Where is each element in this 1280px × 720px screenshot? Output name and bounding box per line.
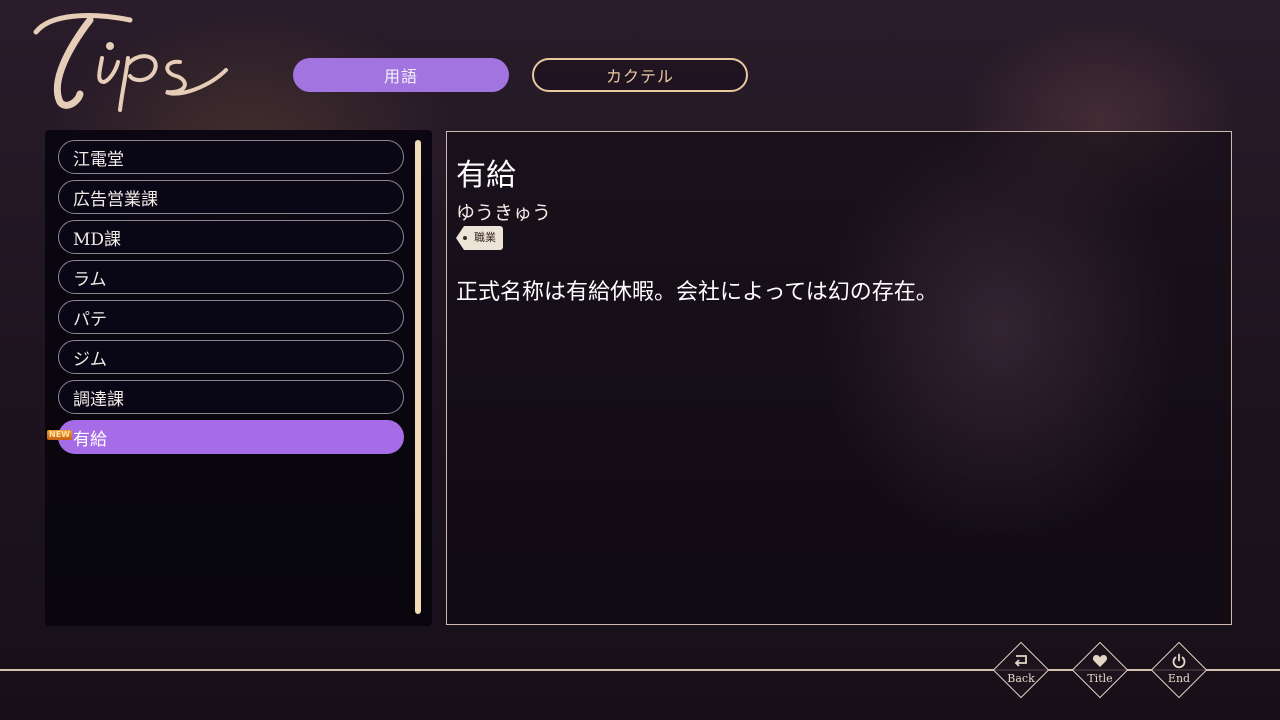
back-button-label: Back: [1007, 672, 1035, 685]
tip-description: 正式名称は有給休暇。会社によっては幻の存在。: [456, 280, 938, 305]
list-scrollbar[interactable]: [415, 140, 421, 614]
end-button-label: End: [1167, 672, 1191, 685]
end-button[interactable]: End: [1150, 641, 1208, 699]
power-icon: [1150, 653, 1208, 673]
list-item-paid-leave[interactable]: 有給: [58, 420, 404, 454]
tip-title: 有給: [456, 158, 516, 193]
tab-cocktail[interactable]: カクテル: [532, 58, 748, 92]
tip-detail-panel: 有給 ゆうきゅう 職業 正式名称は有給休暇。会社によっては幻の存在。: [446, 131, 1232, 625]
list-item-gym[interactable]: ジム: [58, 340, 404, 374]
tab-glossary[interactable]: 用語: [293, 58, 509, 92]
list-item-procurement[interactable]: 調達課: [58, 380, 404, 414]
tips-logo-svg: [33, 13, 228, 112]
heart-icon: [1071, 653, 1129, 672]
list-item-ad-sales[interactable]: 広告営業課: [58, 180, 404, 214]
title-button[interactable]: Title: [1071, 641, 1129, 699]
tip-reading: ゆうきゅう: [456, 202, 552, 224]
tip-category-tag: 職業: [456, 226, 503, 250]
list-item-md[interactable]: MD課: [58, 220, 404, 254]
tips-logo: [30, 6, 240, 116]
title-button-label: Title: [1087, 672, 1113, 685]
return-arrow-icon: [992, 653, 1050, 672]
new-badge: NEW: [47, 430, 72, 440]
back-button[interactable]: Back: [992, 641, 1050, 699]
list-item-edendo[interactable]: 江電堂: [58, 140, 404, 174]
tag-hole-icon: [463, 236, 467, 240]
tip-category-label: 職業: [474, 231, 496, 244]
list-item-rum[interactable]: ラム: [58, 260, 404, 294]
list-item-pate[interactable]: パテ: [58, 300, 404, 334]
tips-list-panel: 江電堂 広告営業課 MD課 ラム パテ ジム 調達課 有給 NEW: [45, 130, 432, 626]
